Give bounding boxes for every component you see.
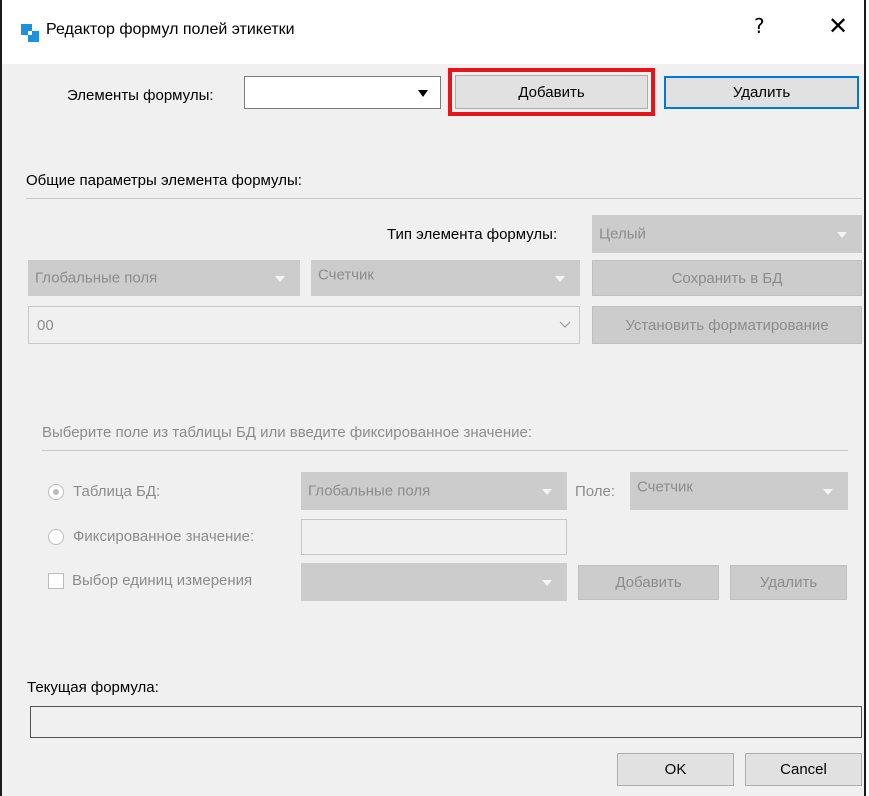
table-radio-label: Таблица БД: — [73, 483, 161, 500]
current-formula-label: Текущая формула: — [27, 679, 159, 696]
fixed-value-label: Фиксированное значение: — [73, 528, 255, 545]
divider — [26, 198, 862, 199]
radio-dot — [53, 489, 59, 495]
units-checkbox[interactable] — [48, 573, 64, 589]
title-bar: Редактор формул полей этикетки ? ✕ — [2, 0, 864, 64]
app-icon — [21, 24, 39, 42]
chevron-down-icon — [837, 232, 847, 238]
format-value: 00 — [37, 317, 54, 334]
chevron-down-icon — [275, 276, 285, 282]
select-section-header: Выберите поле из таблицы БД или введите … — [42, 424, 532, 441]
add-element-button[interactable]: Добавить — [455, 75, 648, 109]
chevron-down-icon — [542, 489, 552, 495]
window-title: Редактор формул полей этикетки — [46, 21, 295, 38]
db-table-value: Глобальные поля — [308, 482, 431, 500]
ok-button[interactable]: OK — [617, 753, 734, 786]
type-value: Целый — [599, 225, 646, 243]
type-label: Тип элемента формулы: — [387, 226, 558, 243]
chevron-down-icon — [559, 321, 571, 328]
set-format-button[interactable]: Установить форматирование — [592, 306, 862, 344]
divider — [42, 450, 848, 451]
formula-elements-label: Элементы формулы: — [67, 87, 214, 104]
units-select[interactable] — [301, 563, 567, 601]
chevron-down-icon — [823, 489, 833, 495]
format-combobox[interactable]: 00 — [28, 306, 580, 344]
chevron-down-icon — [555, 276, 565, 282]
db-field-value: Счетчик — [637, 478, 693, 496]
save-to-db-button[interactable]: Сохранить в БД — [592, 260, 862, 296]
add-unit-button[interactable]: Добавить — [578, 565, 719, 600]
db-table-select[interactable]: Глобальные поля — [301, 472, 567, 510]
general-section-header: Общие параметры элемента формулы: — [26, 172, 302, 189]
table-radio[interactable] — [48, 484, 64, 500]
db-field-select[interactable]: Счетчик — [630, 472, 848, 510]
formula-editor-dialog: Редактор формул полей этикетки ? ✕ Элеме… — [0, 0, 866, 796]
type-select[interactable]: Целый — [592, 215, 862, 253]
field-label: Поле: — [575, 483, 616, 500]
global-fields-select[interactable]: Глобальные поля — [28, 260, 300, 296]
close-icon[interactable]: ✕ — [828, 12, 848, 40]
delete-unit-button[interactable]: Удалить — [730, 565, 847, 600]
fixed-value-input[interactable] — [301, 519, 567, 555]
help-icon[interactable]: ? — [754, 14, 765, 38]
chevron-down-icon — [418, 89, 428, 97]
fixed-value-radio[interactable] — [48, 529, 64, 545]
global-fields-value: Глобальные поля — [35, 269, 158, 287]
current-formula-field — [30, 706, 862, 738]
chevron-down-icon — [542, 580, 552, 586]
units-label: Выбор единиц измерения — [72, 572, 253, 589]
counter-value: Счетчик — [318, 266, 374, 284]
formula-elements-select[interactable] — [244, 76, 441, 109]
counter-select[interactable]: Счетчик — [311, 260, 580, 296]
delete-element-button[interactable]: Удалить — [664, 76, 859, 109]
cancel-button[interactable]: Cancel — [745, 753, 862, 786]
